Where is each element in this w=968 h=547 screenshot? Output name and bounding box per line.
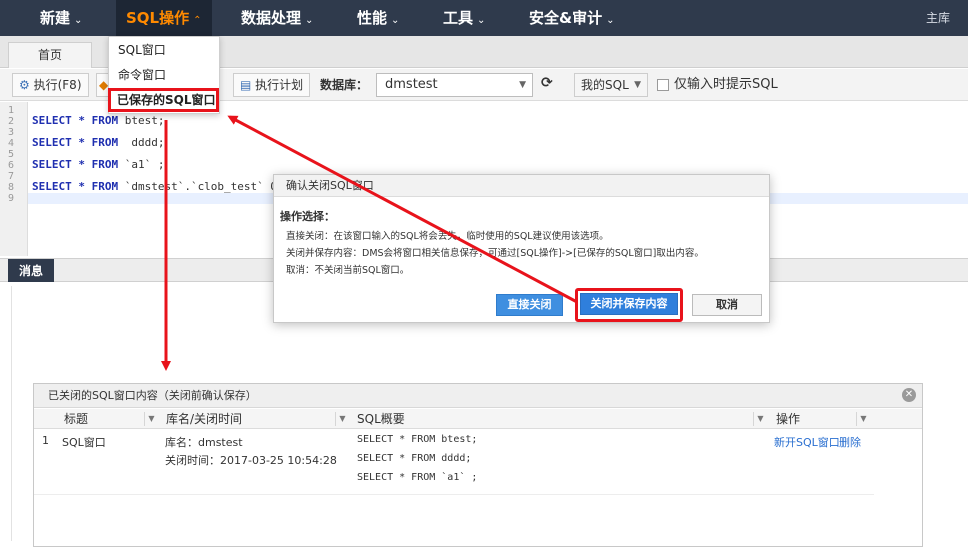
nav-tools[interactable]: 工具 ⌄: [443, 0, 485, 36]
format-icon: ◆: [99, 78, 109, 92]
dialog-option-text: 直接关闭：在该窗口输入的SQL将会丢失，临时使用的SQL建议使用该选项。: [286, 231, 609, 242]
row-sql-line: SELECT * FROM dddd;: [357, 453, 472, 464]
gear-icon: ⚙: [19, 78, 30, 92]
app-root: 新建 ⌄ SQL操作 ⌃ 数据处理 ⌄ 性能 ⌄ 工具 ⌄ 安全&审计 ⌄ 主库 首页 ⚙ …: [0, 0, 968, 547]
dialog-heading: 操作选择：: [280, 210, 335, 223]
chevron-up-icon: ⌃: [193, 15, 202, 26]
chevron-down-icon: ⌄: [477, 15, 486, 26]
confirm-close-dialog: 确认关闭SQL窗口 操作选择： 直接关闭：在该窗口输入的SQL将会丢失，临时使用…: [273, 174, 770, 323]
nav-security-audit-label: 安全&审计: [529, 9, 603, 27]
column-header-db-time: 库名/关闭时间: [166, 412, 243, 426]
dialog-title: 确认关闭SQL窗口: [274, 175, 769, 197]
execute-button-label: 执行(F8): [33, 78, 82, 92]
chevron-down-icon: ⌄: [606, 15, 615, 26]
chevron-down-icon[interactable]: ▼: [144, 412, 158, 426]
dialog-option-text: 关闭并保存内容：DMS会将窗口相关信息保存，可通过[SQL操作]->[已保存的S…: [286, 248, 704, 259]
row-sql-line: SELECT * FROM `a1` ;: [357, 472, 478, 483]
code-line: SELECT * FROM `dmstest`.`clob_test` ORI: [32, 181, 290, 193]
line-number: 9: [8, 193, 15, 204]
top-nav: 新建 ⌄ SQL操作 ⌃ 数据处理 ⌄ 性能 ⌄ 工具 ⌄ 安全&审计 ⌄ 主库: [0, 0, 968, 36]
chevron-down-icon: ⌄: [391, 15, 400, 26]
table-header: 标题 ▼ 库名/关闭时间 ▼ SQL概要 ▼ 操作 ▼: [34, 409, 922, 429]
row-sql-line: SELECT * FROM btest;: [357, 434, 478, 445]
row-divider: [34, 494, 874, 495]
nav-sql-ops[interactable]: SQL操作 ⌃: [116, 0, 212, 36]
column-header-title: 标题: [64, 412, 89, 426]
tab-messages[interactable]: 消息: [8, 259, 54, 283]
code-text: btest;: [118, 114, 165, 127]
nav-new[interactable]: 新建 ⌄: [40, 0, 82, 36]
line-number: 7: [8, 171, 15, 182]
tab-home[interactable]: 首页: [8, 42, 92, 68]
explain-plan-label: 执行计划: [255, 78, 304, 92]
row-index: 1: [42, 434, 49, 447]
line-number: 2: [8, 116, 15, 127]
chevron-down-icon: ▼: [634, 80, 641, 90]
execute-button[interactable]: ⚙ 执行(F8): [12, 73, 89, 97]
hint-only-checkbox[interactable]: [657, 79, 669, 91]
closed-sql-windows-panel: 已关闭的SQL窗口内容（关闭前确认保存） ✕ 标题 ▼ 库名/关闭时间 ▼ SQ…: [33, 383, 923, 547]
open-new-sql-window-link[interactable]: 新开SQL窗口: [774, 434, 840, 450]
code-keyword: SELECT * FROM: [32, 158, 119, 171]
nav-security-audit[interactable]: 安全&审计 ⌄: [529, 0, 614, 36]
nav-data-processing[interactable]: 数据处理 ⌄: [241, 0, 313, 36]
nav-new-label: 新建: [40, 9, 71, 27]
line-number: 5: [8, 149, 15, 160]
table-icon: ▤: [240, 78, 252, 92]
line-number: 6: [8, 160, 15, 171]
code-text: `dmstest`.`clob_test` ORI: [118, 180, 291, 193]
nav-performance-label: 性能: [357, 9, 388, 27]
code-keyword: SELECT * FROM: [32, 180, 119, 193]
menu-item-sql-window[interactable]: SQL窗口: [109, 38, 219, 62]
chevron-down-icon: ⌄: [305, 15, 314, 26]
database-select[interactable]: dmstest ▼: [376, 73, 533, 97]
column-header-actions: 操作: [776, 412, 801, 426]
code-line: SELECT * FROM dddd;: [32, 137, 164, 149]
line-gutter: 1 2 3 4 5 6 7 8 9: [0, 102, 28, 256]
close-icon[interactable]: ✕: [902, 388, 916, 402]
row-title: SQL窗口: [62, 436, 106, 449]
chevron-down-icon: ▼: [519, 80, 526, 90]
divider: [11, 286, 12, 541]
code-text: `a1` ;: [118, 158, 165, 171]
code-line: SELECT * FROM btest;: [32, 115, 164, 127]
code-text: dddd;: [118, 136, 165, 149]
column-header-sql-summary: SQL概要: [357, 412, 405, 426]
nav-tools-label: 工具: [443, 9, 474, 27]
delete-link[interactable]: 删除: [839, 434, 861, 450]
row-close-time: 关闭时间：2017-03-25 10:54:28: [165, 454, 337, 467]
hint-only-label: 仅输入时提示SQL: [674, 77, 778, 92]
cancel-button[interactable]: 取消: [692, 294, 762, 316]
database-select-value: dmstest: [385, 77, 438, 92]
nav-performance[interactable]: 性能 ⌄: [357, 0, 399, 36]
code-keyword: SELECT * FROM: [32, 114, 119, 127]
refresh-icon[interactable]: ⟳: [541, 75, 553, 91]
database-label: 数据库：: [320, 78, 369, 92]
menu-item-saved-sql-windows[interactable]: 已保存的SQL窗口: [108, 88, 219, 112]
my-sql-label: 我的SQL: [581, 78, 629, 92]
close-and-save-button[interactable]: 关闭并保存内容: [580, 293, 678, 315]
menu-item-command-window[interactable]: 命令窗口: [109, 63, 219, 87]
nav-primary-db[interactable]: 主库: [926, 0, 950, 36]
explain-plan-button[interactable]: ▤ 执行计划: [233, 73, 311, 97]
line-number: 3: [8, 127, 15, 138]
line-number: 1: [8, 105, 15, 116]
chevron-down-icon[interactable]: ▼: [753, 412, 767, 426]
line-number: 8: [8, 182, 15, 193]
chevron-down-icon: ⌄: [74, 15, 83, 26]
nav-sql-ops-label: SQL操作: [126, 9, 190, 27]
code-line: SELECT * FROM `a1` ;: [32, 159, 164, 171]
nav-data-processing-label: 数据处理: [241, 9, 302, 27]
code-keyword: SELECT * FROM: [32, 136, 119, 149]
chevron-down-icon[interactable]: ▼: [856, 412, 870, 426]
dialog-option-text: 取消：不关闭当前SQL窗口。: [286, 265, 410, 276]
line-number: 4: [8, 138, 15, 149]
panel-title: 已关闭的SQL窗口内容（关闭前确认保存）: [34, 384, 922, 408]
close-directly-button[interactable]: 直接关闭: [496, 294, 563, 316]
my-sql-dropdown[interactable]: 我的SQL ▼: [574, 73, 648, 97]
sql-ops-dropdown: SQL窗口 命令窗口 已保存的SQL窗口: [108, 36, 220, 114]
row-db-name: 库名：dmstest: [165, 436, 243, 449]
chevron-down-icon[interactable]: ▼: [335, 412, 349, 426]
